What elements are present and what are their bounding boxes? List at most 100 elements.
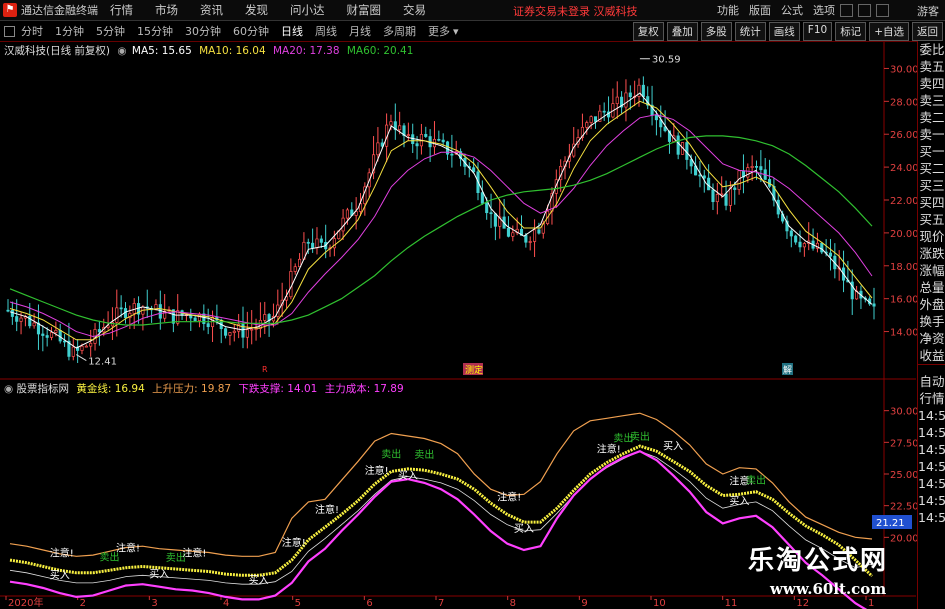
- candle-body: [528, 241, 532, 243]
- candle-body: [441, 139, 445, 143]
- candle-body: [628, 92, 632, 98]
- candle-body: [132, 303, 136, 314]
- candle-body: [193, 317, 197, 321]
- candle-body: [206, 323, 210, 328]
- signal-attention: 注意!: [282, 536, 306, 549]
- sub-axis-label: 27.50: [890, 438, 919, 449]
- candle-body: [472, 167, 476, 173]
- sidebar-item-9[interactable]: 买四: [918, 194, 945, 211]
- sidebar-item-21[interactable]: 行情: [918, 390, 945, 407]
- candle-body: [641, 84, 645, 97]
- signal-attention: 注意!: [365, 464, 389, 477]
- sidebar-item-19[interactable]: [918, 364, 945, 373]
- sidebar-item-27[interactable]: 14:5: [918, 492, 945, 509]
- candle-body: [415, 143, 419, 147]
- candle-body: [789, 230, 793, 237]
- sidebar-item-23[interactable]: 14:5: [918, 424, 945, 441]
- sidebar-item-20[interactable]: 自动: [918, 373, 945, 390]
- sub-line-0: [9, 444, 874, 578]
- sidebar-item-26[interactable]: 14:5: [918, 475, 945, 492]
- candle-body: [89, 342, 93, 347]
- candle-body: [45, 335, 49, 338]
- sidebar-item-25[interactable]: 14:5: [918, 458, 945, 475]
- candle-body: [250, 328, 254, 331]
- candle-body: [624, 92, 628, 108]
- candle-body: [315, 238, 319, 249]
- sidebar-item-24[interactable]: 14:5: [918, 441, 945, 458]
- sidebar-item-6[interactable]: 买一: [918, 143, 945, 160]
- candle-body: [676, 135, 680, 155]
- signal-sell: 卖出: [746, 474, 766, 487]
- candle-body: [715, 194, 719, 203]
- signal-attention: 注意!: [315, 503, 339, 516]
- signal-buy: 买入: [249, 574, 269, 586]
- candle-body: [524, 235, 528, 243]
- candle-body: [589, 116, 593, 123]
- candle-body: [493, 213, 497, 227]
- candle-body: [711, 189, 715, 203]
- sidebar-item-15[interactable]: 外盘: [918, 296, 945, 313]
- stock-chart[interactable]: 30.00 28.00 26.00 24.00 22.00 20.00 18.00 16.00…: [0, 0, 945, 609]
- sidebar-item-5[interactable]: 卖一: [918, 126, 945, 143]
- candle-body: [245, 329, 249, 338]
- candle-body: [49, 332, 54, 338]
- date-axis-label: 3: [151, 598, 157, 609]
- sidebar-item-14[interactable]: 总量: [918, 279, 945, 296]
- sidebar-item-10[interactable]: 买五: [918, 211, 945, 228]
- candle-body: [254, 328, 258, 330]
- candle-body: [820, 242, 824, 253]
- sidebar-item-1[interactable]: 卖五: [918, 58, 945, 75]
- high-marker: 30.59: [652, 55, 681, 66]
- candle-body: [506, 227, 511, 237]
- main-axis-label: 20.00: [890, 229, 919, 240]
- candle-body: [15, 316, 19, 322]
- candle-body: [71, 346, 75, 357]
- candle-body: [707, 177, 711, 191]
- signal-attention: 注意!: [50, 546, 74, 559]
- sidebar-item-11[interactable]: 现价: [918, 228, 945, 245]
- sidebar-item-2[interactable]: 卖四: [918, 75, 945, 92]
- right-sidebar: 委比 卖五 卖四 卖三 卖二 卖一 买一 买二 买三 买四 买五 现价 涨跌 涨幅 总量 外盘 换手 净资 收益自动…: [917, 41, 945, 609]
- candle-body: [615, 96, 619, 104]
- sidebar-item-3[interactable]: 卖三: [918, 92, 945, 109]
- sidebar-item-8[interactable]: 买三: [918, 177, 945, 194]
- sidebar-item-0[interactable]: 委比: [918, 41, 945, 58]
- candle-body: [345, 209, 349, 219]
- candle-body: [750, 166, 754, 168]
- candle-body: [311, 242, 315, 249]
- candle-body: [424, 134, 428, 137]
- candle-body: [63, 340, 67, 343]
- signal-buy: 买入: [663, 440, 683, 452]
- sidebar-item-7[interactable]: 买二: [918, 160, 945, 177]
- signal-sell: 卖出: [630, 430, 650, 443]
- candle-body: [306, 241, 310, 244]
- date-axis-label: 5: [295, 598, 301, 609]
- candle-body: [32, 322, 36, 327]
- sidebar-item-22[interactable]: 14:5: [918, 407, 945, 424]
- candle-body: [593, 116, 598, 122]
- candle-body: [728, 187, 732, 206]
- sidebar-item-4[interactable]: 卖二: [918, 109, 945, 126]
- sidebar-item-28[interactable]: 14:5: [918, 509, 945, 526]
- watermark-url: www.60lt.com: [770, 580, 887, 598]
- sidebar-item-13[interactable]: 涨幅: [918, 262, 945, 279]
- sub-axis-label: 25.00: [890, 470, 919, 481]
- sidebar-item-17[interactable]: 净资: [918, 330, 945, 347]
- main-axis-label: 28.00: [890, 97, 919, 108]
- candle-body: [406, 134, 410, 137]
- main-axis-label: 22.00: [890, 196, 919, 207]
- marker-r: R: [262, 365, 268, 374]
- date-axis-label: 7: [438, 598, 444, 609]
- candle-body: [115, 307, 119, 323]
- date-axis-label: 2: [80, 598, 86, 609]
- main-axis-label: 30.00: [890, 64, 919, 75]
- sidebar-item-12[interactable]: 涨跌: [918, 245, 945, 262]
- sidebar-item-18[interactable]: 收益: [918, 347, 945, 364]
- candle-body: [19, 317, 23, 322]
- sub-axis-label: 22.50: [890, 502, 919, 513]
- main-axis-label: 14.00: [890, 328, 919, 339]
- candle-body: [232, 330, 236, 333]
- signal-attention: 注意!: [116, 542, 140, 555]
- sidebar-item-16[interactable]: 换手: [918, 313, 945, 330]
- marker-yellow-text: 测定: [465, 364, 483, 376]
